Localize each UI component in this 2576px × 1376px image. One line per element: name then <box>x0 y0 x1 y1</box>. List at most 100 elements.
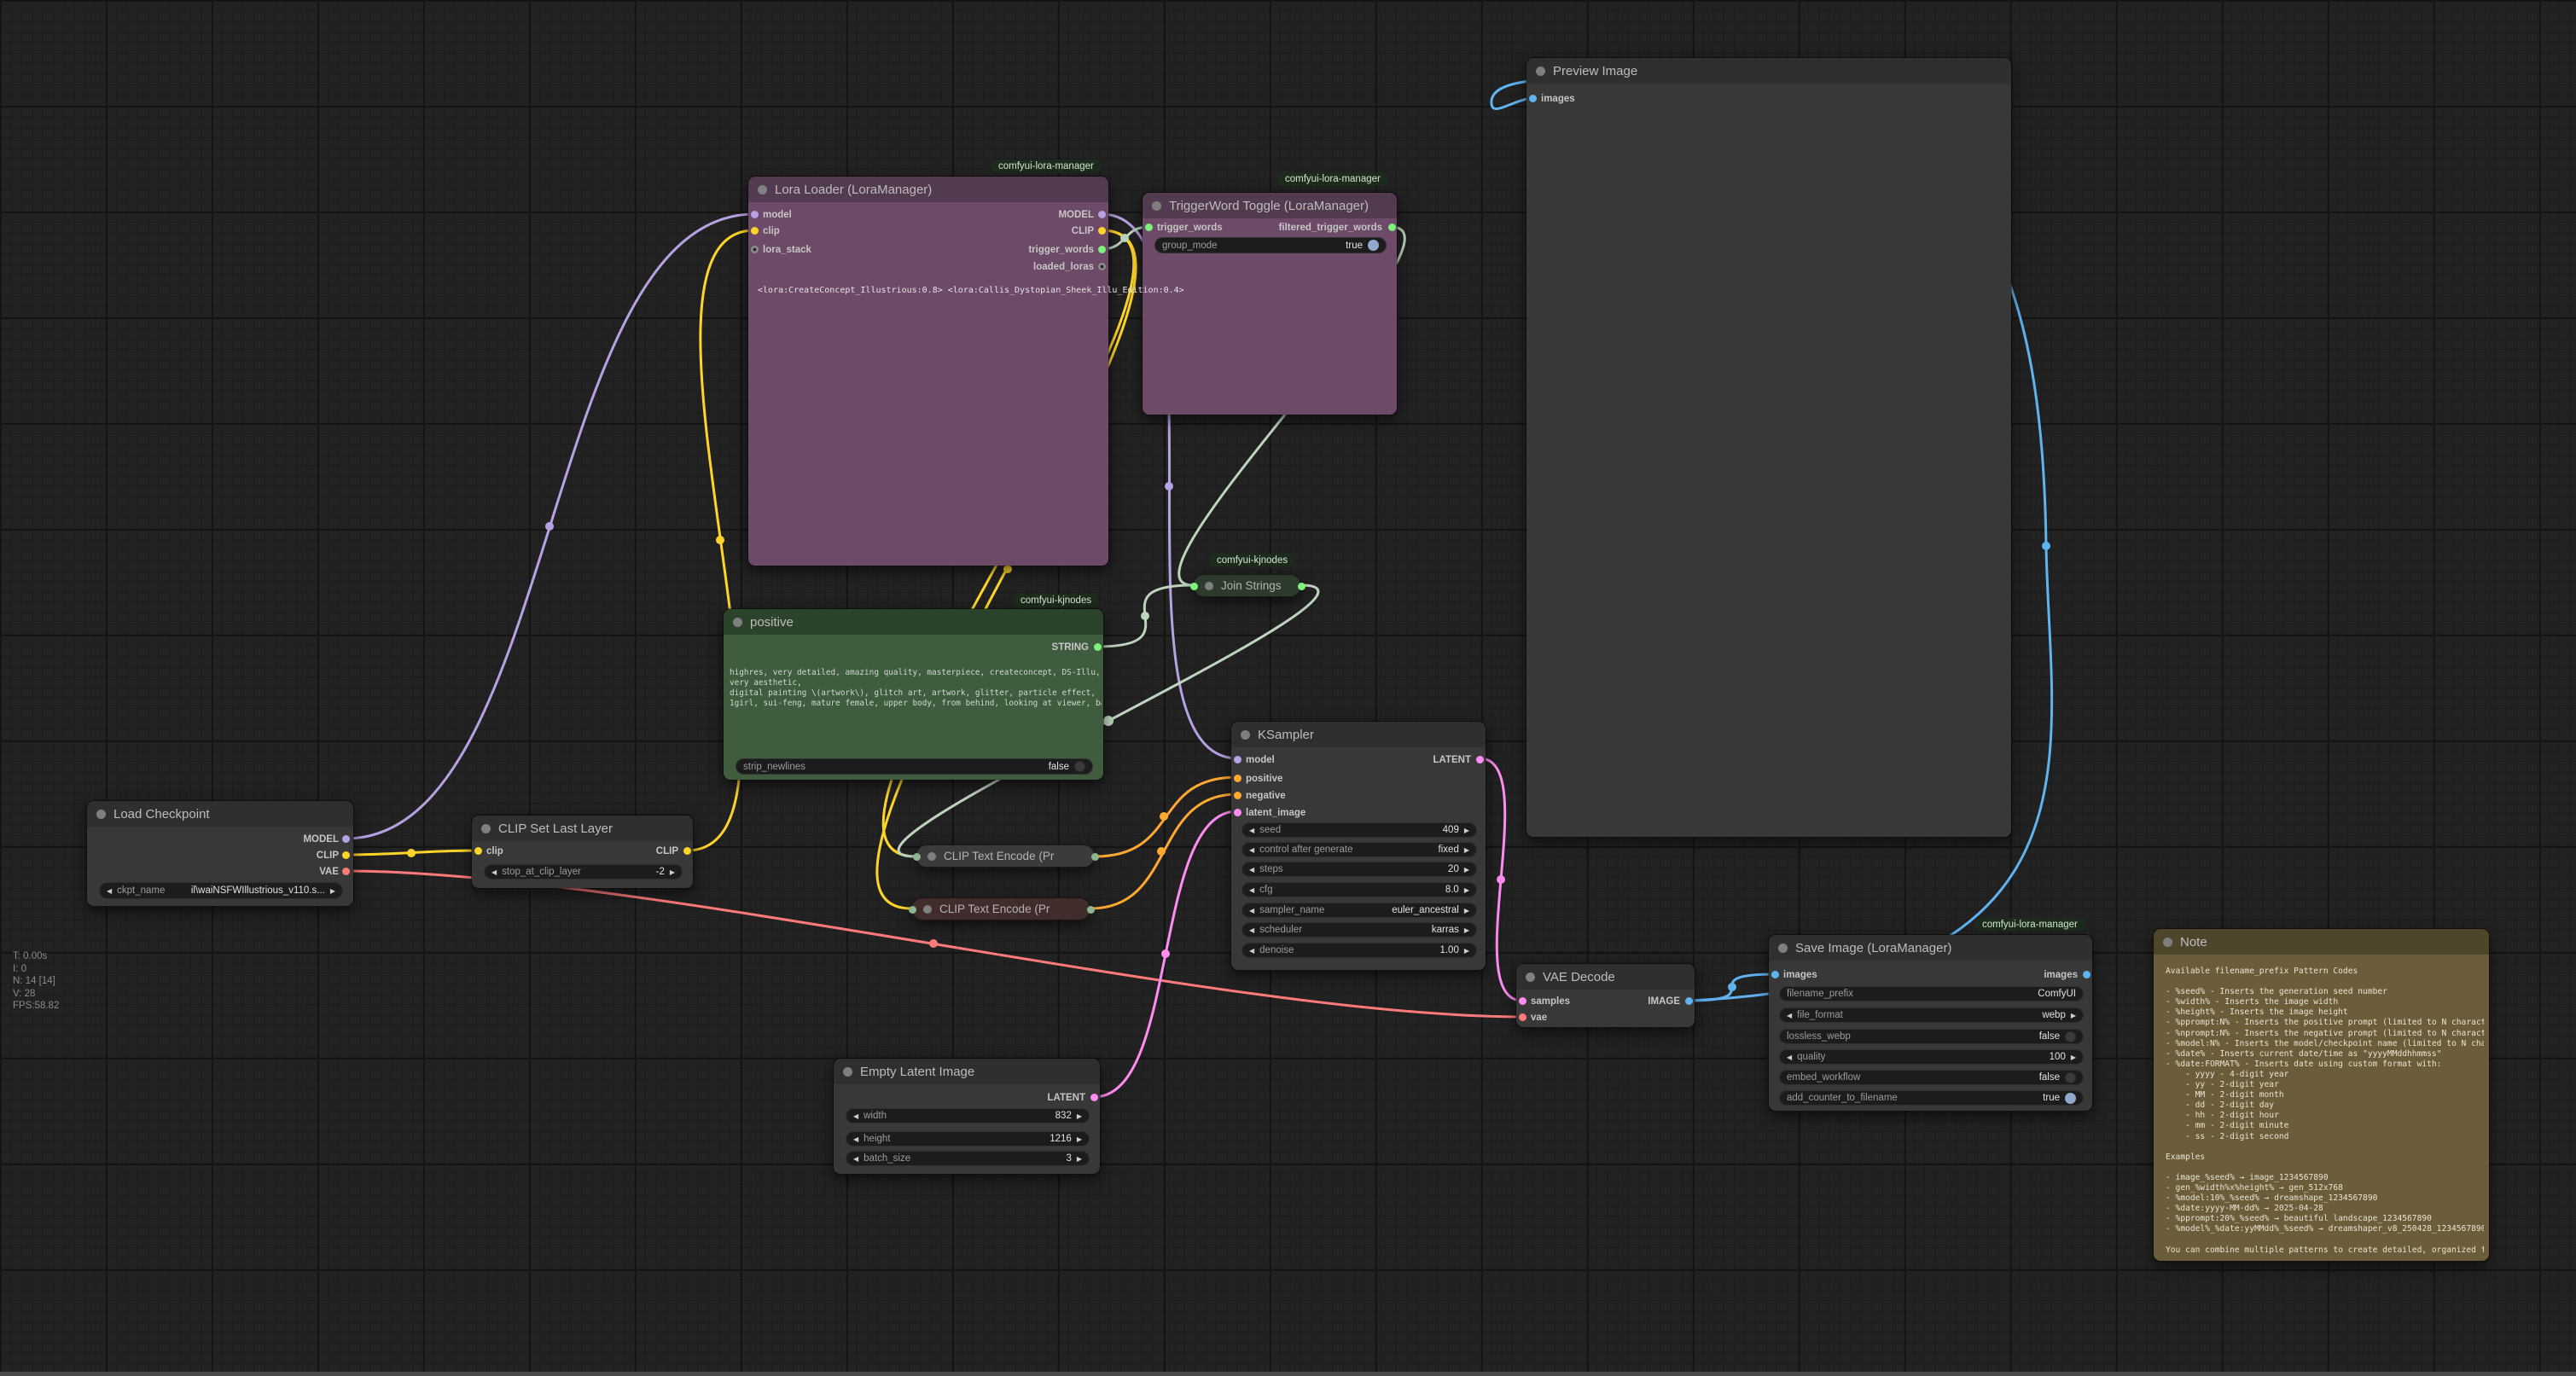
scheduler-combo[interactable]: ◀schedulerkarras▶ <box>1241 922 1477 938</box>
trigger-words-input-port[interactable] <box>1145 224 1153 231</box>
increment-arrow-icon[interactable]: ▶ <box>2071 1012 2076 1019</box>
string-output-port[interactable] <box>1094 643 1102 651</box>
toggle-off-icon[interactable] <box>2065 1031 2076 1042</box>
note-text[interactable]: Available filename_prefix Pattern Codes … <box>2166 967 2484 1256</box>
steps-stepper[interactable]: ◀steps20▶ <box>1241 862 1477 877</box>
filename-prefix-field[interactable]: filename_prefixComfyUI <box>1779 986 2084 1002</box>
add-counter-toggle[interactable]: add_counter_to_filenametrue <box>1779 1090 2084 1106</box>
increment-arrow-icon[interactable]: ▶ <box>1464 846 1469 854</box>
embed-workflow-toggle[interactable]: embed_workflowfalse <box>1779 1070 2084 1085</box>
decrement-arrow-icon[interactable]: ◀ <box>1249 886 1254 894</box>
clip-output-port[interactable] <box>342 851 350 859</box>
decrement-arrow-icon[interactable]: ◀ <box>1249 947 1254 955</box>
increment-arrow-icon[interactable]: ▶ <box>1077 1135 1082 1143</box>
collapsed-output-port[interactable] <box>1298 583 1305 590</box>
increment-arrow-icon[interactable]: ▶ <box>1464 827 1469 834</box>
increment-arrow-icon[interactable]: ▶ <box>1464 866 1469 874</box>
increment-arrow-icon[interactable]: ▶ <box>1464 907 1469 914</box>
node-title-bar[interactable]: Preview Image <box>1526 58 2011 84</box>
clip-input-port[interactable] <box>474 847 482 855</box>
group-mode-toggle[interactable]: group_mode true <box>1154 237 1387 253</box>
positive-input-port[interactable] <box>1234 775 1241 782</box>
increment-arrow-icon[interactable]: ▶ <box>2071 1054 2076 1061</box>
toggle-off-icon[interactable] <box>1074 761 1085 772</box>
decrement-arrow-icon[interactable]: ◀ <box>491 868 497 876</box>
node-title-bar[interactable]: VAE Decode <box>1516 964 1695 990</box>
collapse-dot-icon[interactable] <box>96 810 106 819</box>
trigger-words-output-port[interactable] <box>1098 246 1106 253</box>
node-title-bar[interactable]: TriggerWord Toggle (LoraManager) <box>1143 193 1397 218</box>
node-ksampler[interactable]: KSampler model positive negative latent_… <box>1230 721 1486 971</box>
node-title-bar[interactable]: Note <box>2154 929 2489 955</box>
ckpt-name-combo[interactable]: ◀ ckpt_name il\waiNSFWIllustrious_v110.s… <box>99 882 343 899</box>
collapse-dot-icon[interactable] <box>481 824 491 833</box>
collapse-dot-icon[interactable] <box>733 618 742 627</box>
increment-arrow-icon[interactable]: ▶ <box>1464 926 1469 934</box>
stop-at-clip-layer-stepper[interactable]: ◀ stop_at_clip_layer -2 ▶ <box>484 864 683 880</box>
samples-input-port[interactable] <box>1519 997 1526 1005</box>
width-stepper[interactable]: ◀width832▶ <box>846 1108 1090 1123</box>
collapsed-input-port[interactable] <box>913 853 921 861</box>
node-title-bar[interactable]: Load Checkpoint <box>87 801 353 827</box>
node-title-bar[interactable]: positive <box>724 609 1103 635</box>
filtered-trigger-words-output-port[interactable] <box>1388 224 1396 231</box>
lora-syntax-text[interactable]: <lora:CreateConcept_Illustrious:0.8> <lo… <box>758 286 1184 295</box>
node-clip-set-last-layer[interactable]: CLIP Set Last Layer clip CLIP ◀ stop_at_… <box>471 815 694 889</box>
negative-input-port[interactable] <box>1234 792 1241 799</box>
increment-arrow-icon[interactable]: ▶ <box>670 868 675 876</box>
cfg-stepper[interactable]: ◀cfg8.0▶ <box>1241 882 1477 897</box>
lossless-webp-toggle[interactable]: lossless_webpfalse <box>1779 1029 2084 1044</box>
decrement-arrow-icon[interactable]: ◀ <box>853 1135 858 1143</box>
node-title-bar[interactable]: CLIP Set Last Layer <box>472 816 693 841</box>
quality-stepper[interactable]: ◀quality100▶ <box>1779 1049 2084 1065</box>
prompt-text[interactable]: highres, very detailed, amazing quality,… <box>730 668 1102 709</box>
images-input-port[interactable] <box>1529 95 1537 102</box>
toggle-on-icon[interactable] <box>1368 240 1379 251</box>
node-empty-latent-image[interactable]: Empty Latent Image LATENT ◀width832▶ ◀he… <box>833 1058 1101 1175</box>
loaded-loras-output-port[interactable] <box>1098 263 1106 270</box>
model-output-port[interactable] <box>1098 211 1106 218</box>
collapse-dot-icon[interactable] <box>1241 730 1250 740</box>
model-input-port[interactable] <box>751 211 759 218</box>
batch-size-stepper[interactable]: ◀batch_size3▶ <box>846 1151 1090 1166</box>
decrement-arrow-icon[interactable]: ◀ <box>107 887 112 895</box>
increment-arrow-icon[interactable]: ▶ <box>1077 1155 1082 1163</box>
node-title-bar[interactable]: Lora Loader (LoraManager) <box>748 177 1108 202</box>
increment-arrow-icon[interactable]: ▶ <box>1464 886 1469 894</box>
decrement-arrow-icon[interactable]: ◀ <box>1249 846 1254 854</box>
decrement-arrow-icon[interactable]: ◀ <box>853 1112 858 1120</box>
model-input-port[interactable] <box>1234 756 1241 763</box>
clip-output-port[interactable] <box>1098 227 1106 235</box>
node-vae-decode[interactable]: VAE Decode samples vae IMAGE <box>1515 963 1695 1028</box>
latent-image-input-port[interactable] <box>1234 809 1241 816</box>
latent-output-port[interactable] <box>1090 1094 1098 1101</box>
node-save-image[interactable]: Save Image (LoraManager) images images f… <box>1768 934 2093 1112</box>
images-output-port[interactable] <box>2083 971 2090 978</box>
collapse-dot-icon[interactable] <box>1536 67 1545 76</box>
increment-arrow-icon[interactable]: ▶ <box>1464 947 1469 955</box>
collapse-dot-icon[interactable] <box>2163 938 2172 947</box>
collapse-dot-icon[interactable] <box>1205 582 1213 590</box>
increment-arrow-icon[interactable]: ▶ <box>330 887 335 895</box>
node-clip-text-encode-negative[interactable]: CLIP Text Encode (Pr <box>911 897 1090 920</box>
vae-output-port[interactable] <box>342 868 350 875</box>
node-positive-prompt[interactable]: positive STRING highres, very detailed, … <box>723 608 1104 781</box>
toggle-off-icon[interactable] <box>2065 1072 2076 1083</box>
lora-stack-input-port[interactable] <box>751 246 759 253</box>
collapse-dot-icon[interactable] <box>843 1067 852 1077</box>
increment-arrow-icon[interactable]: ▶ <box>1077 1112 1082 1120</box>
node-title-bar[interactable]: Save Image (LoraManager) <box>1769 935 2092 961</box>
collapsed-input-port[interactable] <box>909 906 916 914</box>
collapse-dot-icon[interactable] <box>1778 943 1788 953</box>
node-clip-text-encode-positive[interactable]: CLIP Text Encode (Pr <box>916 845 1095 868</box>
decrement-arrow-icon[interactable]: ◀ <box>1249 866 1254 874</box>
image-output-port[interactable] <box>1685 997 1693 1005</box>
node-join-strings[interactable]: Join Strings <box>1193 574 1301 597</box>
node-triggerword-toggle[interactable]: TriggerWord Toggle (LoraManager) trigger… <box>1142 192 1398 415</box>
images-input-port[interactable] <box>1771 971 1779 978</box>
clip-input-port[interactable] <box>751 227 759 235</box>
collapse-dot-icon[interactable] <box>923 905 932 914</box>
collapsed-output-port[interactable] <box>1087 906 1095 914</box>
decrement-arrow-icon[interactable]: ◀ <box>1249 926 1254 934</box>
seed-stepper[interactable]: ◀seed409▶ <box>1241 822 1477 838</box>
